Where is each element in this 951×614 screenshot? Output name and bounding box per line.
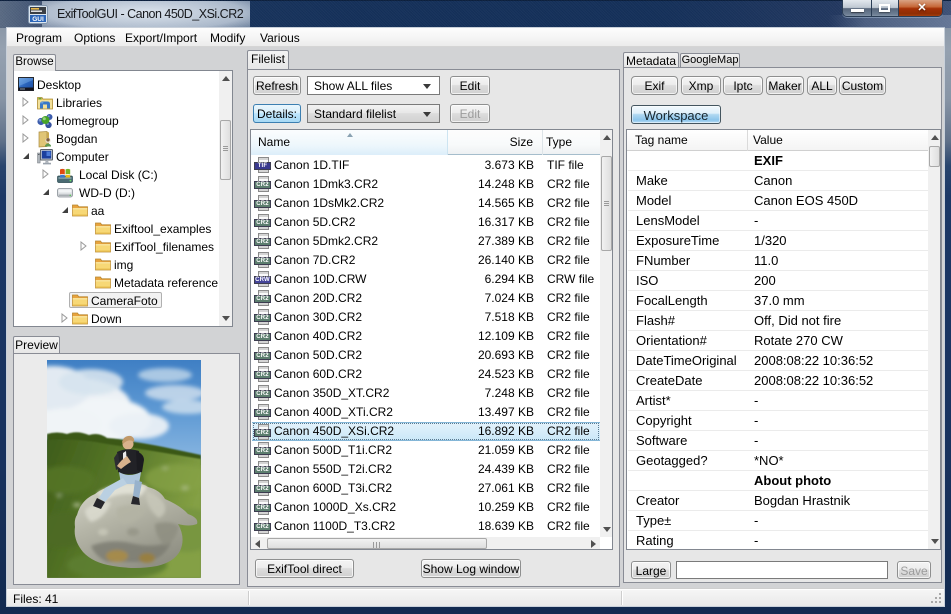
svg-text:GUI: GUI bbox=[32, 16, 44, 23]
